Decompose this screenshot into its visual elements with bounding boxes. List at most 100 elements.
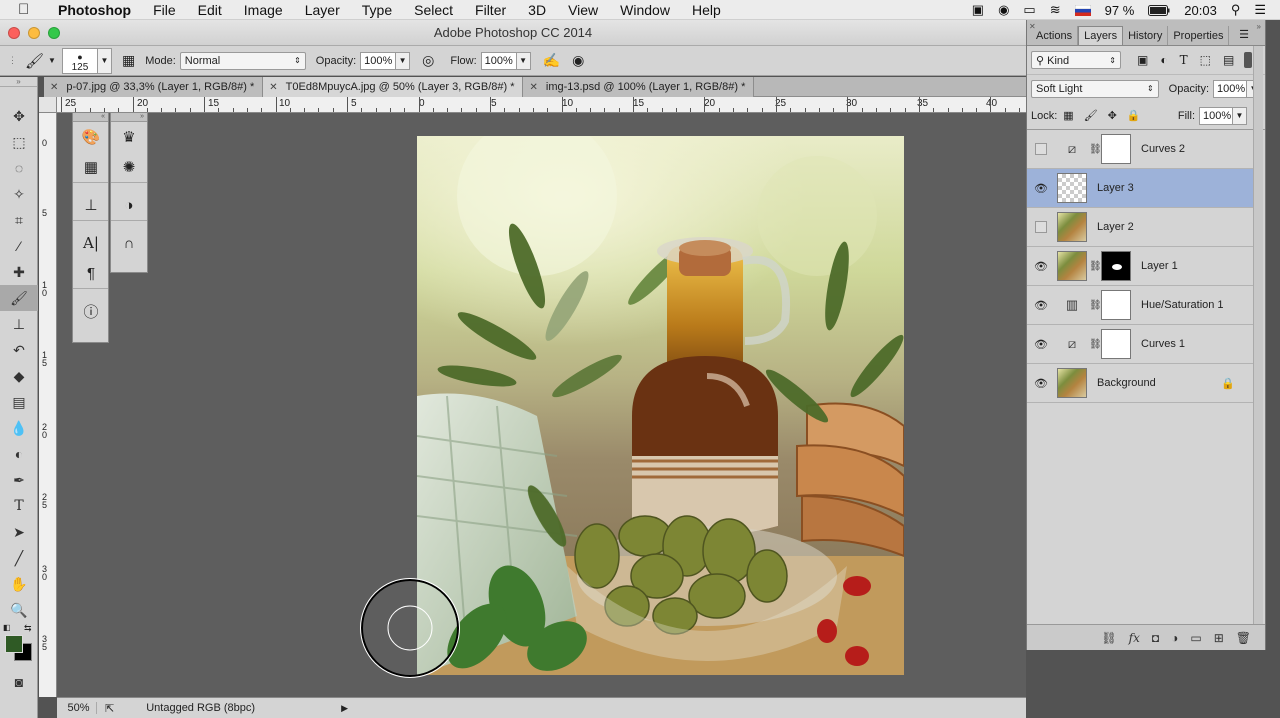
tab-properties[interactable]: Properties	[1168, 26, 1230, 45]
marquee-tool-icon[interactable]: ⬚	[0, 129, 38, 155]
panel-collapse-icon[interactable]: »	[1257, 22, 1261, 31]
layer-row-curves-2[interactable]: ⧄ ⛓ Curves 2	[1027, 130, 1253, 169]
layer-thumbnail[interactable]	[1057, 251, 1087, 281]
export-icon[interactable]: ⇱	[105, 702, 114, 715]
brush-presets-icon[interactable]: ♛	[111, 122, 147, 152]
visibility-toggle[interactable]	[1027, 221, 1055, 233]
menu-type[interactable]: Type	[351, 0, 403, 20]
add-mask-icon[interactable]: ◘	[1152, 631, 1159, 645]
pen-tool-icon[interactable]: ✒	[0, 467, 38, 493]
menu-image[interactable]: Image	[233, 0, 294, 20]
link-layers-icon[interactable]: ⛓	[1101, 631, 1116, 645]
airplay-icon[interactable]: ▭	[1023, 2, 1035, 18]
tab-history[interactable]: History	[1123, 26, 1169, 45]
quick-mask-icon[interactable]: ◙	[0, 669, 38, 695]
layer-thumbnail[interactable]	[1057, 368, 1087, 398]
healing-tool-icon[interactable]: ✚	[0, 259, 38, 285]
gradient-tool-icon[interactable]: ▤	[0, 389, 38, 415]
status-menu-arrow-icon[interactable]: ▶	[341, 703, 348, 714]
layer-mask-thumbnail[interactable]	[1101, 134, 1131, 164]
path-select-tool-icon[interactable]: ➤	[0, 519, 38, 545]
lock-pixels-icon[interactable]: 🖌	[1084, 109, 1098, 122]
fx-icon[interactable]: fx	[1129, 631, 1140, 645]
eraser-tool-icon[interactable]: ◆	[0, 363, 38, 389]
menu-edit[interactable]: Edit	[187, 0, 233, 20]
brush-tool-icon[interactable]: 🖌	[0, 285, 38, 311]
panel-menu-icon[interactable]: ☰	[1239, 28, 1249, 41]
filter-toggle[interactable]	[1244, 52, 1253, 68]
stamp-panel-icon[interactable]: ⊥	[73, 190, 109, 220]
eye-icon[interactable]: 👁	[1027, 299, 1055, 312]
mini-panel-grip[interactable]: «	[73, 113, 108, 122]
new-group-icon[interactable]: ▭	[1190, 631, 1201, 645]
menu-layer[interactable]: Layer	[294, 0, 351, 20]
fill-arrow[interactable]: ▼	[1233, 106, 1247, 125]
layer-row-layer-2[interactable]: Layer 2	[1027, 208, 1253, 247]
filter-pixel-icon[interactable]: ▣	[1137, 53, 1148, 67]
eye-icon[interactable]: 👁	[1027, 260, 1055, 273]
paragraph-panel-icon[interactable]: ¶	[73, 258, 109, 288]
flag-icon[interactable]	[1074, 4, 1091, 16]
layer-opacity-input[interactable]: 100%	[1213, 79, 1248, 98]
menu-3d[interactable]: 3D	[517, 0, 557, 20]
close-tab-icon[interactable]: ✕	[269, 82, 277, 93]
opacity-arrow[interactable]: ▼	[396, 51, 411, 70]
menu-filter[interactable]: Filter	[464, 0, 517, 20]
mini-panel-grip[interactable]: »	[111, 113, 147, 122]
layer-row-curves-1[interactable]: 👁 ⧄ ⛓ Curves 1	[1027, 325, 1253, 364]
layers-scrollbar[interactable]	[1253, 46, 1263, 624]
brush-tool-icon[interactable]: 🖌	[25, 52, 44, 70]
lasso-tool-icon[interactable]: ◌	[0, 155, 38, 181]
adjustments-icon[interactable]: ◑	[111, 190, 147, 220]
layer-mask-thumbnail[interactable]	[1101, 290, 1131, 320]
color-palette-icon[interactable]: 🎨	[73, 122, 109, 152]
new-adjustment-icon[interactable]: ◑	[1171, 631, 1178, 645]
layer-mask-thumbnail[interactable]	[1101, 251, 1131, 281]
filter-adjustment-icon[interactable]: ◐	[1160, 53, 1167, 67]
stamp-tool-icon[interactable]: ⊥	[0, 311, 38, 337]
spotlight-icon[interactable]: ⚲	[1231, 2, 1241, 18]
foreground-color-swatch[interactable]	[5, 635, 23, 653]
record-icon[interactable]: ◉	[998, 2, 1009, 18]
brush-settings-icon[interactable]: ✺	[111, 152, 147, 182]
character-panel-icon[interactable]: A|	[73, 228, 109, 258]
menu-help[interactable]: Help	[681, 0, 732, 20]
brush-panel-icon[interactable]: ▦	[122, 52, 135, 69]
eye-icon[interactable]: 👁	[1027, 377, 1055, 390]
close-tab-icon[interactable]: ✕	[50, 82, 58, 93]
blur-tool-icon[interactable]: 💧	[0, 415, 38, 441]
battery-icon[interactable]	[1148, 4, 1170, 16]
layer-thumbnail[interactable]	[1057, 212, 1087, 242]
paths-panel-icon[interactable]: ∩	[111, 228, 147, 258]
visibility-toggle[interactable]	[1027, 143, 1055, 155]
apple-icon[interactable]: 	[18, 1, 36, 18]
layer-thumbnail[interactable]	[1057, 173, 1087, 203]
notification-icon[interactable]: ☰	[1254, 2, 1266, 18]
tab-actions[interactable]: Actions	[1031, 26, 1079, 45]
zoom-tool-icon[interactable]: 🔍	[0, 597, 38, 623]
fill-input[interactable]: 100%	[1199, 106, 1233, 125]
filter-kind-select[interactable]: ⚲ Kind ⇕	[1031, 51, 1121, 69]
blend-mode-select[interactable]: Soft Light ⇕	[1031, 79, 1159, 98]
menu-window[interactable]: Window	[609, 0, 681, 20]
layer-row-layer-1[interactable]: 👁 ⛓ Layer 1	[1027, 247, 1253, 286]
filter-smart-object-icon[interactable]: ▤	[1223, 53, 1234, 67]
document-image[interactable]	[417, 136, 904, 675]
opacity-input[interactable]: 100%	[360, 51, 397, 70]
flow-input[interactable]: 100%	[480, 51, 517, 70]
layer-mask-thumbnail[interactable]	[1101, 329, 1131, 359]
crop-tool-icon[interactable]: ⌗	[0, 207, 38, 233]
lock-position-icon[interactable]: ✥	[1108, 109, 1117, 122]
menu-view[interactable]: View	[557, 0, 609, 20]
toolbar-grip[interactable]: »	[0, 77, 37, 87]
type-tool-icon[interactable]: T	[0, 493, 38, 519]
zoom-level[interactable]: 50%	[61, 702, 97, 714]
lock-transparent-icon[interactable]: ▦	[1063, 109, 1073, 122]
default-colors-icon[interactable]: ◧	[3, 623, 11, 632]
lock-all-icon[interactable]: 🔒	[1127, 109, 1141, 122]
tab-t0ed8mpuyca[interactable]: ✕ T0Ed8MpuycA.jpg @ 50% (Layer 3, RGB/8#…	[263, 77, 524, 97]
swatches-grid-icon[interactable]: ▦	[73, 152, 109, 182]
brush-preset-picker[interactable]: ● 125	[61, 47, 98, 74]
delete-layer-icon[interactable]: 🗑	[1236, 631, 1251, 645]
horizontal-ruler[interactable]: 25 20 15 10 5 0 5 10 15 20 25 30 35 40	[57, 97, 1026, 113]
